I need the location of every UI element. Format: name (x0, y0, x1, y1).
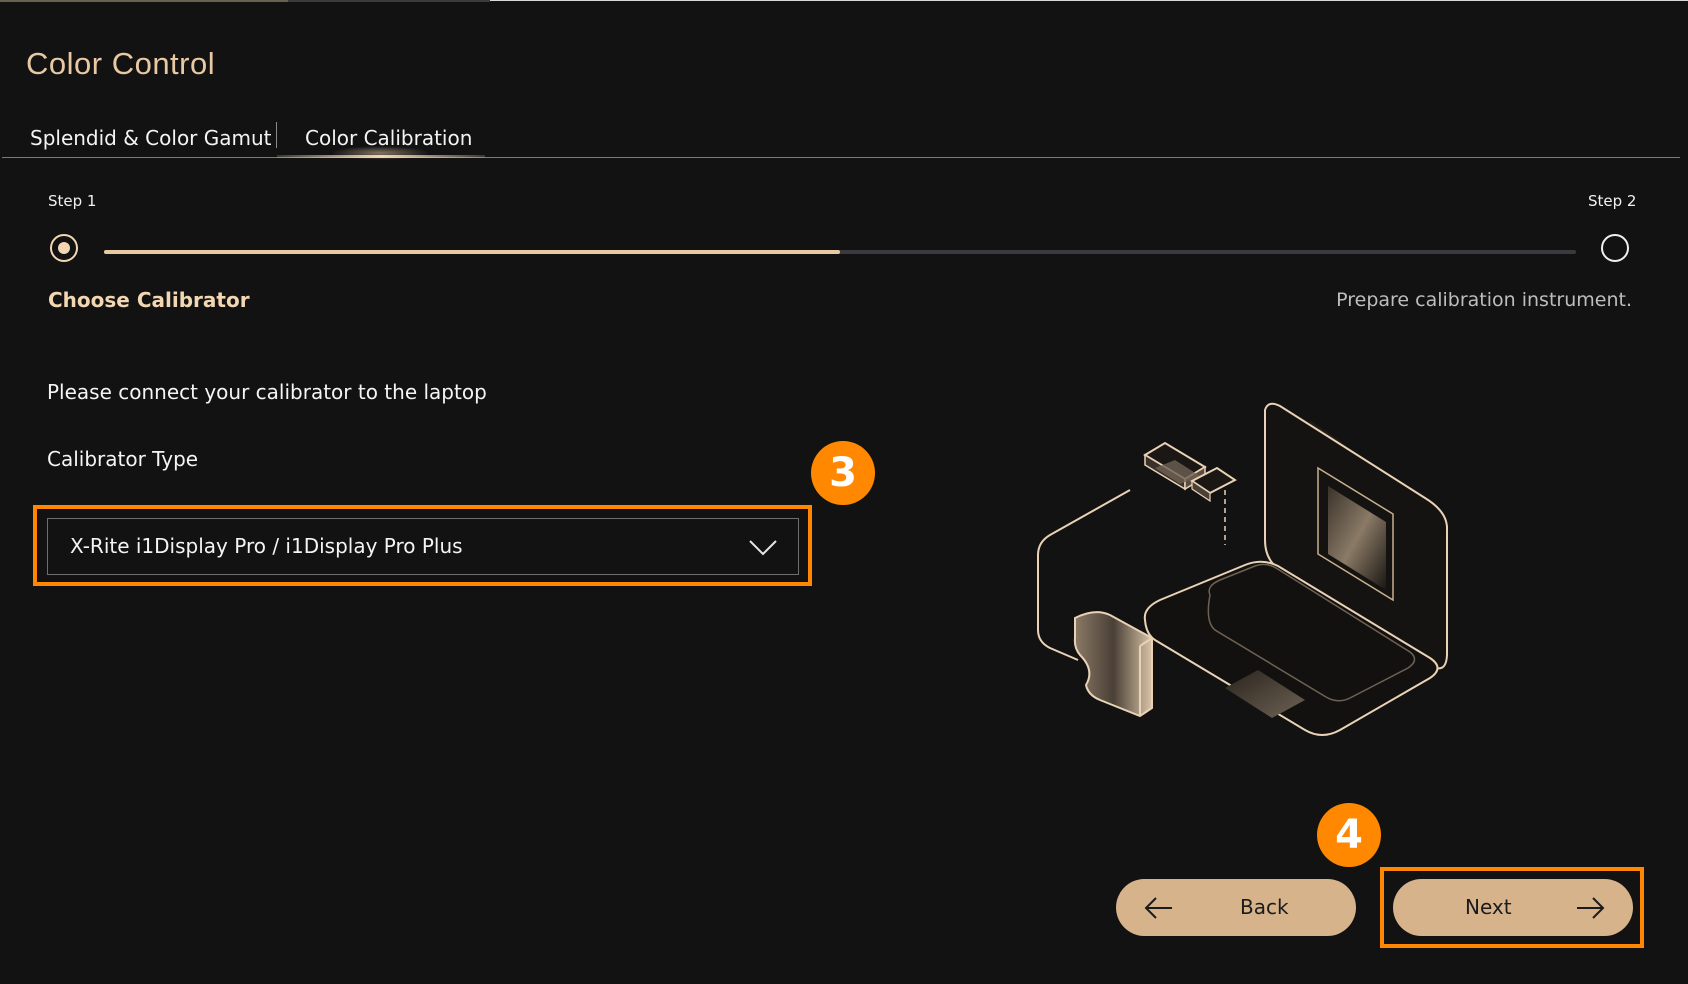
annotation-badge-4: 4 (1317, 803, 1381, 867)
top-strip-segment (490, 0, 1688, 1)
calibrator-laptop-illustration (1037, 402, 1449, 736)
step-2-description: Prepare calibration instrument. (1336, 289, 1632, 311)
top-strip-segment (288, 0, 490, 2)
annotation-badge-3: 3 (811, 441, 875, 505)
step-1-label: Step 1 (48, 192, 97, 210)
tab-bar-baseline (2, 157, 1680, 158)
step-1-title: Choose Calibrator (48, 288, 250, 312)
step-progress-track (104, 250, 1576, 254)
back-button[interactable]: Back (1116, 879, 1356, 936)
step-1-indicator (50, 234, 78, 262)
connect-instruction: Please connect your calibrator to the la… (47, 380, 487, 404)
active-tab-indicator (277, 155, 485, 158)
calibrator-type-label: Calibrator Type (47, 447, 199, 471)
page-title: Color Control (26, 46, 216, 81)
dropdown-highlight-box (33, 505, 812, 586)
tab-bar: Splendid & Color Gamut Color Calibration (0, 118, 1680, 160)
step-2-label: Step 2 (1588, 192, 1637, 210)
tab-divider (276, 122, 277, 148)
step-2-indicator (1601, 234, 1629, 262)
tab-splendid-color-gamut[interactable]: Splendid & Color Gamut (30, 126, 272, 150)
arrow-left-icon (1144, 897, 1172, 919)
top-strip-segment (0, 0, 288, 2)
window-top-strip (0, 0, 1688, 2)
next-highlight-box (1380, 867, 1644, 948)
step-progress-fill (104, 250, 840, 254)
back-button-label: Back (1240, 895, 1289, 919)
